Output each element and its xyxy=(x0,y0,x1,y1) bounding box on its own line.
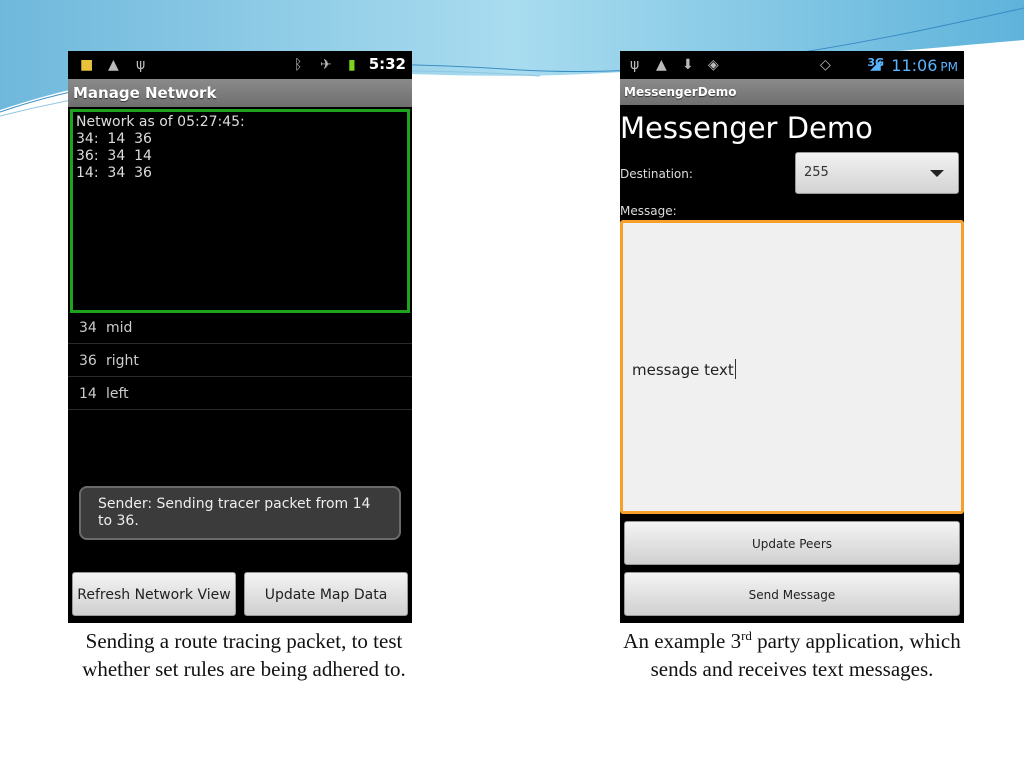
status-bar: ψ ▲ ⬇ ◈ ◇ 3G ◢ 11:06 PM xyxy=(620,51,964,79)
list-item[interactable]: 14 left xyxy=(68,378,412,410)
app-title: MessengerDemo xyxy=(620,79,964,105)
text-cursor xyxy=(734,359,736,379)
list-item-label: mid xyxy=(106,320,133,336)
page-heading: Messenger Demo xyxy=(620,111,873,145)
right-phone-screen: ψ ▲ ⬇ ◈ ◇ 3G ◢ 11:06 PM MessengerDemo Mes… xyxy=(620,51,964,623)
list-item[interactable]: 34 mid xyxy=(68,312,412,344)
network-line: Network as of 05:27:45: xyxy=(76,114,245,130)
battery-icon: ▮ xyxy=(348,57,356,73)
update-peers-button[interactable]: Update Peers xyxy=(624,521,960,565)
update-map-data-button[interactable]: Update Map Data xyxy=(244,572,408,616)
list-item[interactable]: 36 right xyxy=(68,345,412,377)
list-item-label: left xyxy=(106,386,129,402)
usb-icon: ψ xyxy=(136,57,146,73)
list-item-number: 14 xyxy=(79,386,97,402)
message-value: message text xyxy=(632,361,734,379)
right-caption-start: An example 3 xyxy=(623,629,742,653)
destination-label: Destination: xyxy=(620,167,693,181)
left-phone-screen: ■ ▲ ψ ᛒ ✈ ▮ 5:32 Manage Network Network … xyxy=(68,51,412,623)
destination-select[interactable]: 255 xyxy=(795,152,959,194)
toast-message: Sender: Sending tracer packet from 14 to… xyxy=(79,486,401,540)
message-input[interactable]: message text xyxy=(620,220,964,514)
android-icon: ▲ xyxy=(108,57,119,73)
airplane-icon: ✈ xyxy=(320,57,332,73)
app-title: Manage Network xyxy=(68,79,412,107)
list-item-number: 36 xyxy=(79,353,97,369)
network-line: 34: 14 36 xyxy=(76,131,152,147)
refresh-network-view-button[interactable]: Refresh Network View xyxy=(72,572,236,616)
status-time: 5:32 xyxy=(368,55,406,73)
destination-value: 255 xyxy=(804,165,829,180)
list-item-label: right xyxy=(106,353,139,369)
sync-icon: ◈ xyxy=(708,57,719,73)
network-line: 36: 34 14 xyxy=(76,148,152,164)
message-label: Message: xyxy=(620,204,677,218)
right-caption-superscript: rd xyxy=(741,628,752,643)
network-status-box: Network as of 05:27:45: 34: 14 36 36: 34… xyxy=(70,109,410,313)
bluetooth-icon: ᛒ xyxy=(294,57,303,73)
status-time-value: 11:06 xyxy=(891,56,938,75)
message-text: message text xyxy=(632,359,736,379)
signal-icon: ◢ xyxy=(870,57,881,73)
status-time: 11:06 PM xyxy=(891,56,958,75)
notification-icon: ■ xyxy=(80,57,94,73)
android-icon: ▲ xyxy=(656,57,667,73)
dropdown-arrow-icon xyxy=(930,170,944,177)
right-caption: An example 3rd party application, which … xyxy=(620,628,964,683)
status-bar: ■ ▲ ψ ᛒ ✈ ▮ 5:32 xyxy=(68,51,412,79)
list-item-number: 34 xyxy=(79,320,97,336)
send-message-button[interactable]: Send Message xyxy=(624,572,960,616)
left-caption: Sending a route tracing packet, to test … xyxy=(82,629,406,681)
network-line: 14: 34 36 xyxy=(76,165,152,181)
status-time-suffix: PM xyxy=(940,60,958,74)
download-icon: ⬇ xyxy=(682,57,694,73)
vibrate-icon: ◇ xyxy=(820,57,831,73)
usb-icon: ψ xyxy=(630,57,640,73)
